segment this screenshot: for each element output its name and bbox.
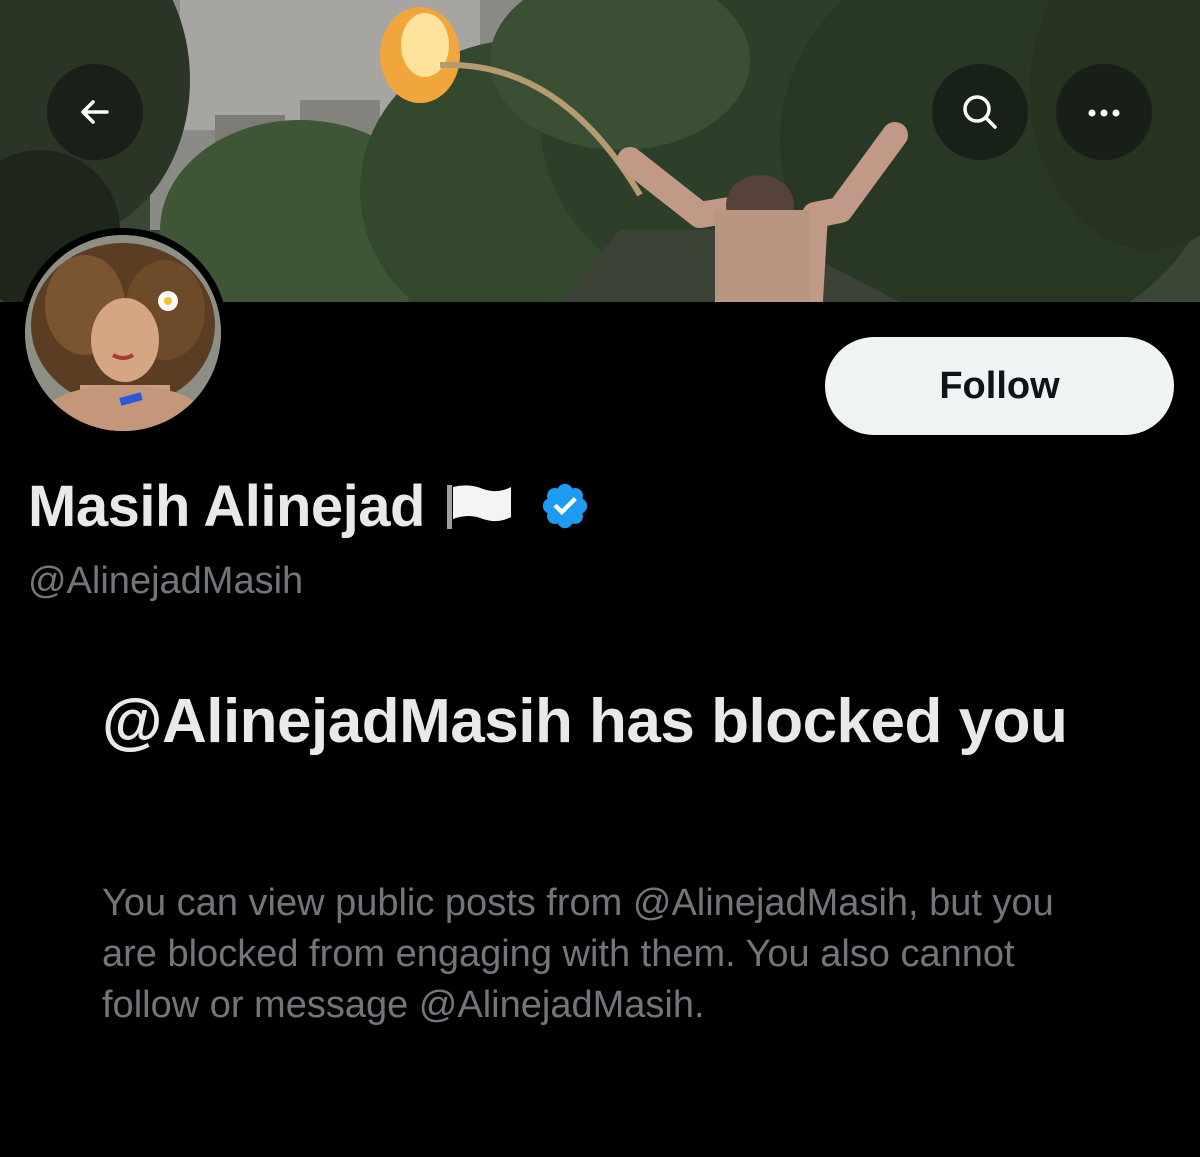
blocked-description: You can view public posts from @Alinejad… xyxy=(102,882,1054,1026)
search-icon xyxy=(963,95,997,129)
back-button[interactable] xyxy=(47,64,143,160)
profile-handle: @AlinejadMasih xyxy=(28,560,304,602)
follow-button[interactable]: Follow xyxy=(825,337,1174,435)
more-options-button[interactable] xyxy=(1056,64,1152,160)
display-name: Masih Alinejad xyxy=(28,473,425,539)
profile-avatar[interactable] xyxy=(18,228,228,438)
avatar-image xyxy=(25,235,221,431)
blocked-title: @AlinejadMasih has blocked you xyxy=(102,687,1068,756)
name-row: Masih Alinejad xyxy=(28,470,591,542)
verified-badge-icon xyxy=(542,483,588,529)
search-button[interactable] xyxy=(932,64,1028,160)
white-flag-icon xyxy=(446,485,511,529)
arrow-left-icon xyxy=(81,100,109,124)
ellipsis-icon xyxy=(1088,109,1120,117)
